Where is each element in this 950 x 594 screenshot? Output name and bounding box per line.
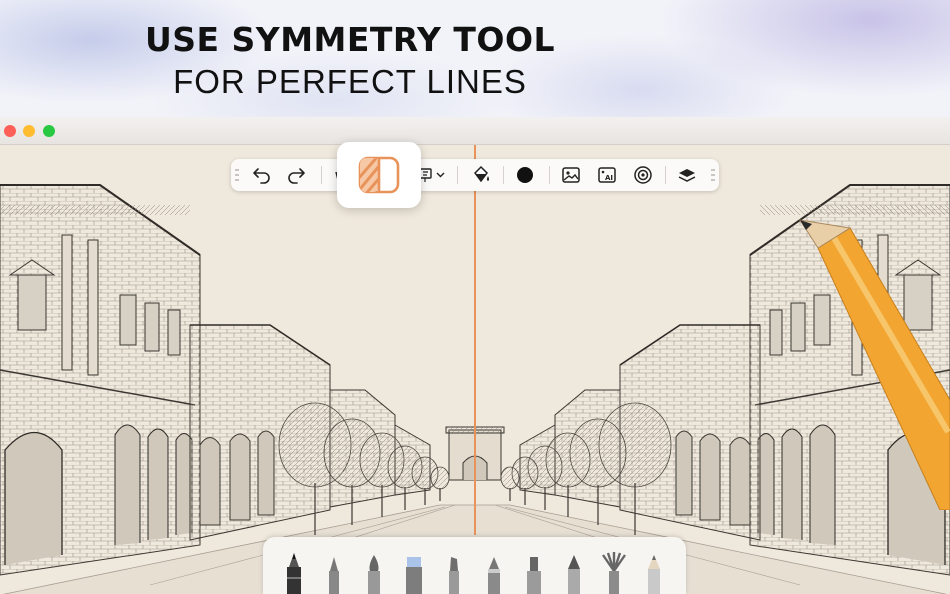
minimize-window-button[interactable] — [23, 125, 35, 137]
pencil-brush-icon[interactable] — [639, 537, 669, 594]
marker-brush-icon[interactable] — [399, 537, 429, 594]
fine-liner-brush-icon[interactable] — [319, 537, 349, 594]
toolbar-divider — [321, 166, 322, 184]
text-tool-dropdown[interactable] — [417, 163, 451, 187]
layers-button[interactable] — [675, 163, 699, 187]
fan-brush-icon[interactable] — [599, 537, 629, 594]
pencil-illustration — [798, 219, 950, 510]
tip-brush-icon[interactable] — [559, 537, 589, 594]
symmetry-icon — [358, 156, 400, 194]
title-bar — [0, 117, 950, 145]
round-brush-icon[interactable] — [479, 537, 509, 594]
image-icon — [562, 167, 580, 183]
toolbar-divider — [457, 166, 458, 184]
ai-image-button[interactable]: AI — [595, 163, 619, 187]
undo-icon — [253, 168, 270, 184]
zoom-window-button[interactable] — [43, 125, 55, 137]
fill-bucket-icon — [474, 165, 489, 183]
redo-icon — [288, 168, 305, 184]
wedge-brush-icon[interactable] — [439, 537, 469, 594]
pen-brush-icon[interactable] — [279, 537, 309, 594]
target-icon — [634, 166, 652, 184]
redo-button[interactable] — [285, 163, 309, 187]
undo-button[interactable] — [249, 163, 273, 187]
left-building — [0, 184, 201, 576]
close-window-button[interactable] — [4, 125, 16, 137]
chisel-brush-icon[interactable] — [519, 537, 549, 594]
toolbar-grip-right-icon[interactable] — [711, 168, 715, 182]
symmetry-axis-line[interactable] — [474, 145, 476, 535]
brush-tray — [263, 537, 686, 594]
text-dropdown-icon — [419, 168, 445, 182]
headline-title: USE SYMMETRY TOOL — [144, 20, 556, 59]
color-swatch-button[interactable] — [513, 163, 537, 187]
toolbar-grip-left-icon[interactable] — [235, 168, 239, 182]
fill-bucket-button[interactable] — [469, 163, 493, 187]
symmetry-tool-button[interactable] — [337, 142, 421, 208]
ai-image-icon: AI — [598, 167, 616, 183]
toolbar-divider — [549, 166, 550, 184]
color-swatch — [517, 167, 533, 183]
svg-text:AI: AI — [605, 174, 613, 182]
headline-subtitle: FOR PERFECT LINES — [173, 63, 527, 100]
layers-icon — [678, 169, 696, 182]
toolbar-divider — [665, 166, 666, 184]
target-tool-button[interactable] — [631, 163, 655, 187]
toolbar-divider — [503, 166, 504, 184]
top-toolbar: AI — [231, 159, 719, 191]
insert-image-button[interactable] — [559, 163, 583, 187]
ink-brush-icon[interactable] — [359, 537, 389, 594]
